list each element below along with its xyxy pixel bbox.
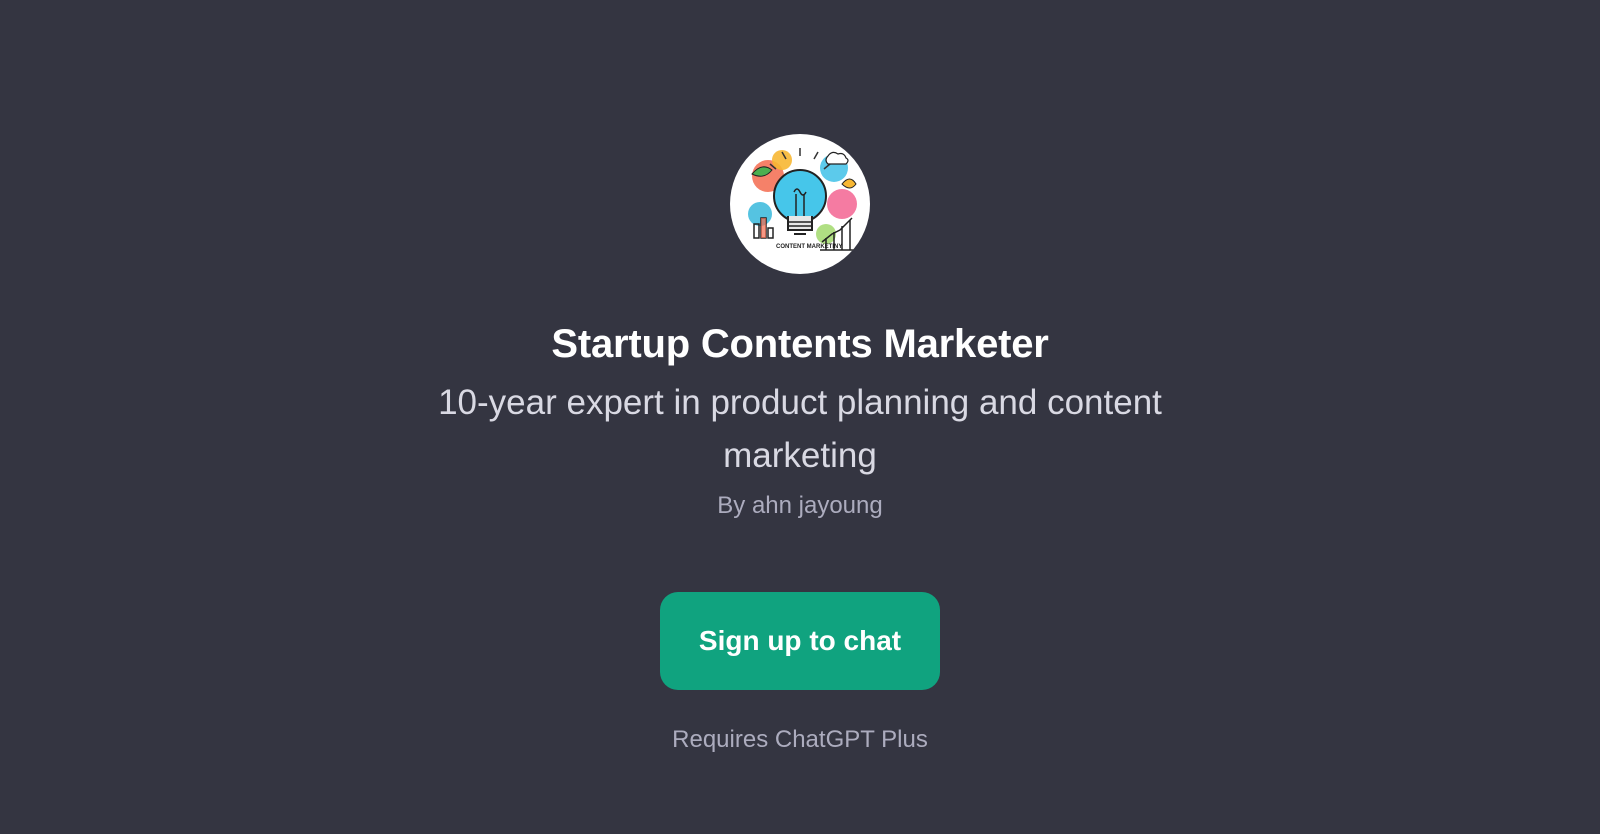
gpt-landing-page: CONTENT MARKETINY Startup Contents Marke… [0,0,1600,834]
gpt-description: 10-year expert in product planning and c… [438,383,1162,475]
gpt-title: Startup Contents Marketer [551,322,1049,366]
lightbulb-icon: CONTENT MARKETINY [748,148,857,251]
avatar-caption: CONTENT MARKETINY [776,244,842,250]
gpt-avatar: CONTENT MARKETINY [730,134,870,274]
gpt-author: By ahn jayoung [717,492,883,519]
requirement-note: Requires ChatGPT Plus [672,726,928,753]
sign-up-to-chat-button[interactable]: Sign up to chat [660,592,940,690]
